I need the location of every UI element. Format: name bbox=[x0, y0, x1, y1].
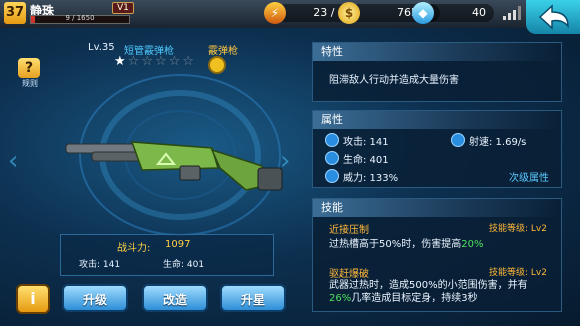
skill2-name: 驱赶爆破 bbox=[329, 269, 369, 280]
exp-text: 9 / 1650 bbox=[65, 14, 95, 22]
exp-bar: 9 / 1650 bbox=[30, 14, 130, 24]
question-icon: ? bbox=[18, 58, 40, 78]
attack-icon bbox=[325, 133, 339, 147]
combat-power-box: 战斗力: 1097 攻击: 141 生命: 401 bbox=[60, 234, 274, 276]
weapon-level: Lv.35 bbox=[88, 42, 115, 53]
skill2-desc: 武器过热时，造成500%的小范围伤害，并有 26%几率造成目标定身，持续3秒 bbox=[329, 279, 557, 305]
info-button[interactable]: i bbox=[16, 284, 50, 314]
gold-coin-icon: $ bbox=[338, 2, 360, 24]
back-button[interactable] bbox=[526, 0, 580, 34]
power-label: 战斗力: bbox=[117, 243, 151, 254]
hp-icon bbox=[325, 151, 339, 165]
skill2-desc-line2: 几率造成目标定身，持续3秒 bbox=[351, 293, 478, 304]
power-attack: 攻击: 141 bbox=[79, 260, 121, 270]
skill2-level: 技能等级: Lv2 bbox=[489, 268, 547, 278]
secondary-attributes-link[interactable]: 次级属性 bbox=[509, 169, 549, 184]
shotgun-image bbox=[65, 141, 283, 191]
traits-text: 阻滞敌人行动并造成大量伤害 bbox=[329, 75, 459, 86]
diamond-icon: ◆ bbox=[412, 2, 434, 24]
star-icon: ☆ bbox=[141, 54, 155, 69]
back-arrow-icon bbox=[538, 4, 569, 30]
attributes-panel: 属性 攻击: 141 射速: 1.69/s 生命: 401 威力: 133% 次… bbox=[312, 110, 562, 188]
attr-power: 威力: 133% bbox=[343, 173, 399, 184]
weapon-type: 霰弹枪 bbox=[208, 46, 238, 57]
attr-fire-rate: 射速: 1.69/s bbox=[469, 137, 527, 148]
star-icon: ☆ bbox=[154, 54, 169, 69]
skill1-desc-value: 20% bbox=[461, 239, 484, 250]
skill1-desc: 过热槽高于50%时，伤害提高20% bbox=[329, 235, 483, 250]
traits-panel: 特性 阻滞敌人行动并造成大量伤害 bbox=[312, 42, 562, 102]
skills-panel: 技能 近接压制 技能等级: Lv2 过热槽高于50%时，伤害提高20% 驱赶爆破… bbox=[312, 198, 562, 312]
star-icon: ☆ bbox=[182, 54, 196, 69]
power-value: 1097 bbox=[165, 239, 191, 250]
fire-rate-icon bbox=[451, 133, 465, 147]
modify-button[interactable]: 改造 bbox=[142, 284, 208, 312]
diamond-value: 40 bbox=[472, 6, 486, 19]
skill2-desc-line1: 武器过热时，造成500%的小范围伤害，并有 bbox=[329, 280, 528, 291]
rule-button[interactable]: ? 规则 bbox=[16, 58, 44, 90]
star-icon: ★ bbox=[114, 54, 128, 69]
skills-title: 技能 bbox=[313, 199, 561, 217]
player-level-badge: 37 bbox=[4, 2, 26, 24]
upgrade-button[interactable]: 升级 bbox=[62, 284, 128, 312]
power-hp: 生命: 401 bbox=[163, 260, 205, 270]
signal-icon bbox=[503, 6, 521, 20]
skill1-level: 技能等级: Lv2 bbox=[489, 224, 547, 234]
rule-label: 规则 bbox=[22, 79, 38, 88]
skill1-name: 近接压制 bbox=[329, 225, 369, 236]
vip-badge: V1 bbox=[112, 2, 134, 14]
star-icon: ☆ bbox=[168, 54, 183, 69]
star-up-button[interactable]: 升星 bbox=[220, 284, 286, 312]
diamond-display[interactable]: 40 bbox=[424, 4, 494, 22]
weapon-star-rating: ★☆☆☆☆☆ bbox=[114, 54, 196, 69]
traits-title: 特性 bbox=[313, 43, 561, 61]
attributes-title: 属性 bbox=[313, 111, 561, 129]
attr-hp: 生命: 401 bbox=[343, 155, 389, 166]
previous-weapon-arrow[interactable]: ‹ bbox=[8, 146, 18, 176]
power-icon bbox=[325, 169, 339, 183]
star-icon: ☆ bbox=[127, 54, 142, 69]
stamina-icon: ⚡ bbox=[264, 2, 286, 24]
attr-attack: 攻击: 141 bbox=[343, 137, 389, 148]
skill1-desc-text: 过热槽高于50%时，伤害提高 bbox=[329, 239, 462, 250]
skill2-desc-value: 26% bbox=[329, 293, 352, 304]
